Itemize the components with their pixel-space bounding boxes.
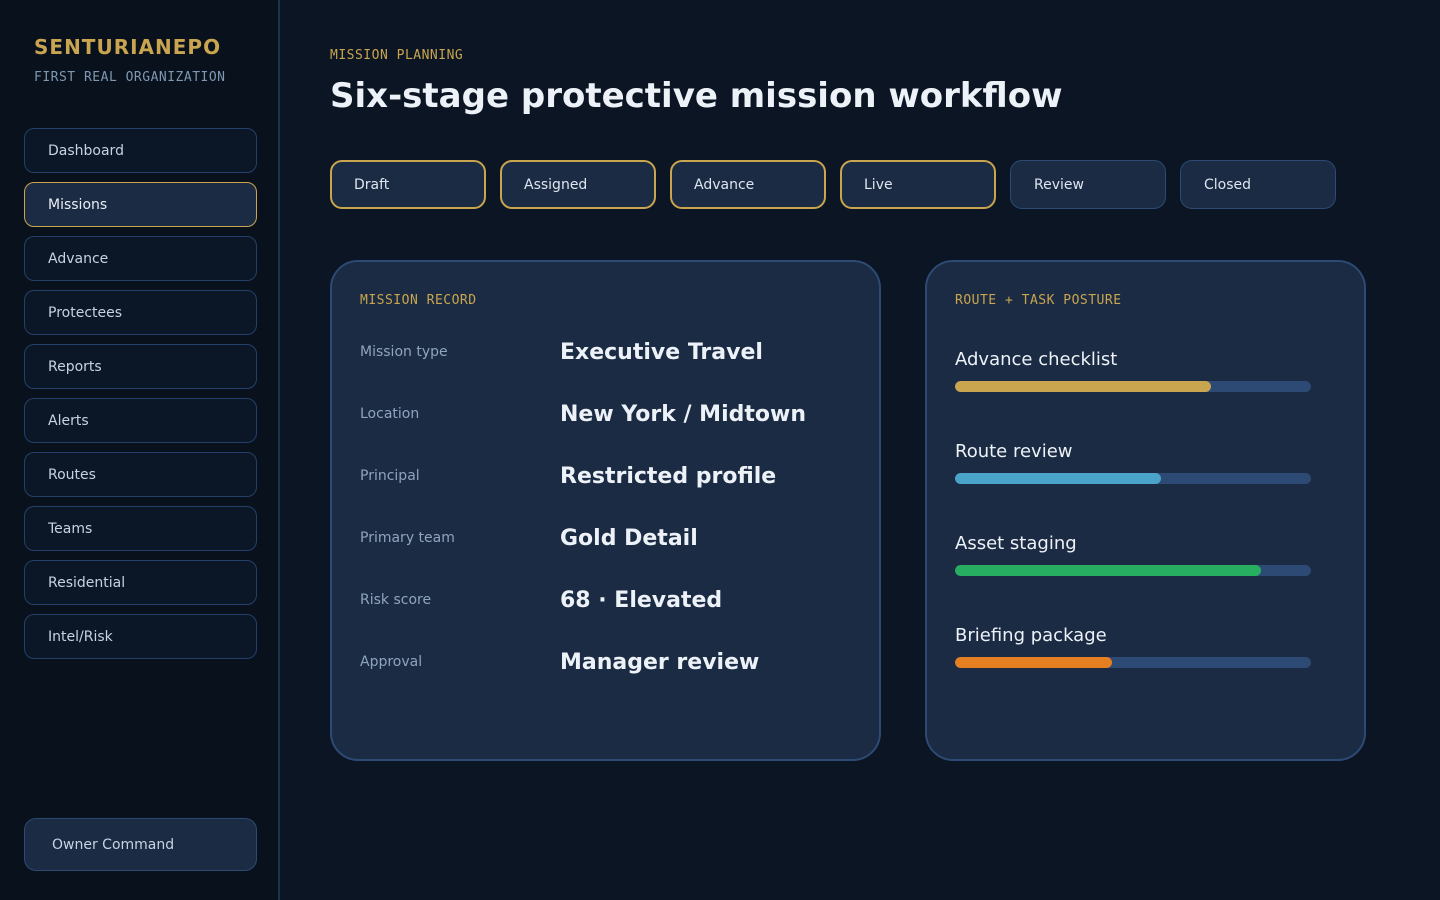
record-key: Primary team <box>360 530 455 546</box>
sidebar-item-teams[interactable]: Teams <box>24 506 257 551</box>
record-row-approval: Approval Manager review <box>360 650 860 690</box>
record-row-principal: Principal Restricted profile <box>360 464 860 504</box>
task-route-review: Route review <box>955 441 1311 484</box>
owner-command-button[interactable]: Owner Command <box>24 818 257 871</box>
sidebar-item-alerts[interactable]: Alerts <box>24 398 257 443</box>
sidebar-nav: Dashboard Missions Advance Protectees Re… <box>24 128 257 668</box>
sidebar-item-protectees[interactable]: Protectees <box>24 290 257 335</box>
task-asset-staging: Asset staging <box>955 533 1311 576</box>
sidebar-item-intel-risk[interactable]: Intel/Risk <box>24 614 257 659</box>
sidebar-item-missions[interactable]: Missions <box>24 182 257 227</box>
progress-bar <box>955 565 1311 576</box>
record-row-mission-type: Mission type Executive Travel <box>360 340 860 380</box>
stage-draft[interactable]: Draft <box>330 160 486 209</box>
record-value: Gold Detail <box>560 526 698 551</box>
record-key: Mission type <box>360 344 448 360</box>
sidebar-item-advance[interactable]: Advance <box>24 236 257 281</box>
task-label: Advance checklist <box>955 349 1118 370</box>
record-value: New York / Midtown <box>560 402 806 427</box>
mission-record-card: MISSION RECORD Mission type Executive Tr… <box>330 260 881 761</box>
progress-bar <box>955 381 1311 392</box>
record-row-primary-team: Primary team Gold Detail <box>360 526 860 566</box>
brand-subtitle: FIRST REAL ORGANIZATION <box>34 70 226 85</box>
sidebar-item-reports[interactable]: Reports <box>24 344 257 389</box>
task-briefing-package: Briefing package <box>955 625 1311 668</box>
progress-bar <box>955 473 1311 484</box>
task-label: Asset staging <box>955 533 1077 554</box>
sidebar-item-dashboard[interactable]: Dashboard <box>24 128 257 173</box>
route-posture-label: ROUTE + TASK POSTURE <box>955 293 1122 308</box>
record-key: Principal <box>360 468 420 484</box>
stage-closed[interactable]: Closed <box>1180 160 1336 209</box>
sidebar: SENTURIANEPO FIRST REAL ORGANIZATION Das… <box>0 0 280 900</box>
progress-fill <box>955 381 1212 392</box>
progress-fill <box>955 565 1262 576</box>
brand-name: SENTURIANEPO <box>34 35 222 59</box>
stage-live[interactable]: Live <box>840 160 996 209</box>
progress-fill <box>955 473 1162 484</box>
stage-assigned[interactable]: Assigned <box>500 160 656 209</box>
page-title: Six-stage protective mission workflow <box>330 76 1063 116</box>
sidebar-item-routes[interactable]: Routes <box>24 452 257 497</box>
stage-review[interactable]: Review <box>1010 160 1166 209</box>
task-advance-checklist: Advance checklist <box>955 349 1311 392</box>
record-row-risk-score: Risk score 68 · Elevated <box>360 588 860 628</box>
progress-bar <box>955 657 1311 668</box>
stage-advance[interactable]: Advance <box>670 160 826 209</box>
route-posture-card: ROUTE + TASK POSTURE Advance checklist R… <box>925 260 1366 761</box>
record-value: Manager review <box>560 650 760 675</box>
record-key: Location <box>360 406 420 422</box>
workflow-stages: Draft Assigned Advance Live Review Close… <box>330 160 1350 209</box>
task-label: Route review <box>955 441 1073 462</box>
sidebar-item-residential[interactable]: Residential <box>24 560 257 605</box>
record-row-location: Location New York / Midtown <box>360 402 860 442</box>
record-value: Executive Travel <box>560 340 763 365</box>
task-label: Briefing package <box>955 625 1107 646</box>
record-value: 68 · Elevated <box>560 588 723 613</box>
mission-record-label: MISSION RECORD <box>360 293 477 308</box>
section-eyebrow: MISSION PLANNING <box>330 48 464 63</box>
record-value: Restricted profile <box>560 464 777 489</box>
progress-fill <box>955 657 1112 668</box>
record-key: Approval <box>360 654 423 670</box>
record-key: Risk score <box>360 592 432 608</box>
